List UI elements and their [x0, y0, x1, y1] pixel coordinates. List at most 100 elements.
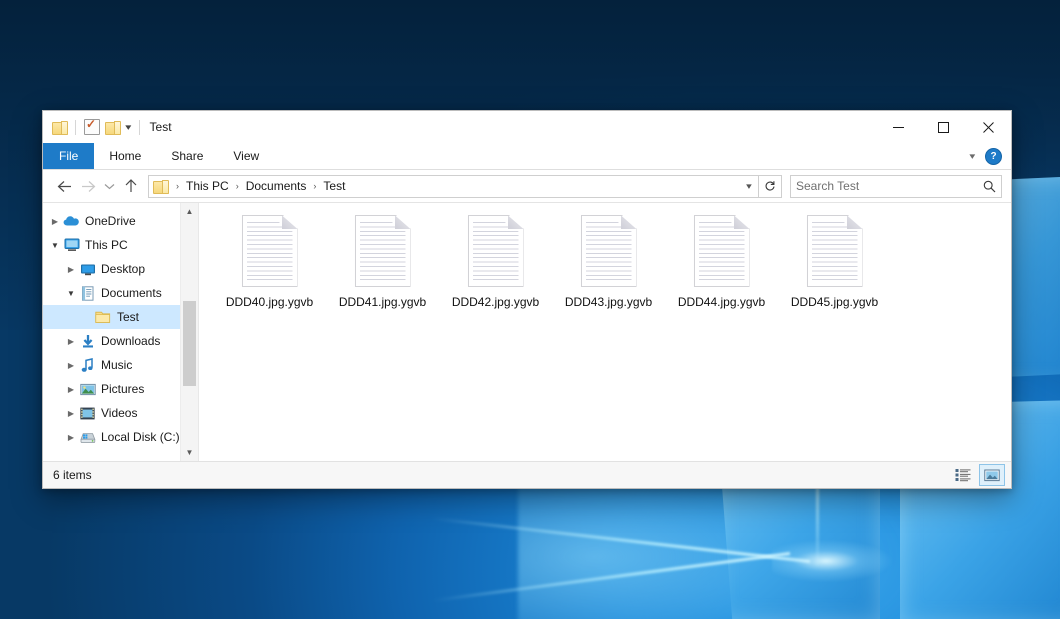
toolbar-divider: [75, 120, 76, 135]
file-item[interactable]: DDD44.jpg.ygvb: [665, 215, 778, 335]
music-icon: [79, 357, 96, 373]
tab-file[interactable]: File: [43, 143, 94, 169]
breadcrumb[interactable]: › This PC › Documents › Test ▾: [148, 175, 759, 198]
navigation-pane-scrollbar[interactable]: ▲ ▼: [180, 203, 198, 461]
wallpaper-lens-flare: [772, 540, 892, 582]
breadcrumb-separator: ›: [172, 181, 183, 191]
generic-file-icon: [355, 215, 411, 287]
window-title: Test: [150, 120, 172, 134]
file-item[interactable]: DDD40.jpg.ygvb: [213, 215, 326, 335]
chevron-down-icon[interactable]: ▾: [125, 123, 131, 132]
search-input[interactable]: Search Test: [790, 175, 1002, 198]
maximize-icon: [938, 122, 949, 133]
new-folder-icon[interactable]: [105, 121, 120, 134]
quick-access-toolbar: ▾ Test: [43, 111, 172, 143]
minimize-button[interactable]: [876, 111, 921, 143]
sidebar-item-onedrive[interactable]: ▶ OneDrive: [43, 209, 198, 233]
chevron-down-icon[interactable]: ▼: [63, 289, 79, 298]
up-button[interactable]: [119, 174, 143, 198]
generic-file-icon: [242, 215, 298, 287]
sidebar-item-downloads[interactable]: ▶ Downloads: [43, 329, 198, 353]
sidebar-item-pictures[interactable]: ▶ Pictures: [43, 377, 198, 401]
file-icon-lines: [473, 222, 519, 281]
search-icon[interactable]: [983, 180, 996, 193]
generic-file-icon: [694, 215, 750, 287]
sidebar-item-this-pc[interactable]: ▼ This PC: [43, 233, 198, 257]
forward-button[interactable]: [76, 174, 100, 198]
window-controls: [876, 111, 1011, 143]
ribbon-right-controls: ▾ ?: [970, 143, 1011, 169]
large-icons-view-button[interactable]: [979, 464, 1005, 486]
breadcrumb-item-this-pc[interactable]: This PC: [183, 179, 232, 193]
chevron-right-icon[interactable]: ▶: [63, 265, 79, 274]
tab-home[interactable]: Home: [94, 143, 156, 169]
arrow-left-icon: [57, 180, 72, 193]
scrollbar-thumb[interactable]: [183, 301, 196, 386]
sidebar-item-label: This PC: [85, 238, 128, 252]
sidebar-item-label: Documents: [101, 286, 162, 300]
chevron-right-icon[interactable]: ▶: [63, 361, 79, 370]
file-name-label: DDD40.jpg.ygvb: [226, 295, 313, 309]
folder-icon: [153, 180, 168, 193]
sidebar-item-label: Videos: [101, 406, 137, 420]
sidebar-item-documents[interactable]: ▼ Documents: [43, 281, 198, 305]
sidebar-item-label: Music: [101, 358, 132, 372]
chevron-right-icon[interactable]: ▶: [63, 433, 79, 442]
chevron-right-icon[interactable]: ▶: [63, 385, 79, 394]
file-name-label: DDD45.jpg.ygvb: [791, 295, 878, 309]
file-icon-lines: [360, 222, 406, 281]
chevron-down-icon[interactable]: ▾: [738, 181, 761, 192]
desktop-icon: [79, 261, 96, 277]
file-item[interactable]: DDD43.jpg.ygvb: [552, 215, 665, 335]
breadcrumb-item-test[interactable]: Test: [320, 179, 348, 193]
file-icon-lines: [812, 222, 858, 281]
search-input-text: Search Test: [796, 179, 983, 193]
sidebar-item-label: Test: [117, 310, 139, 324]
sidebar-item-local-disk-c[interactable]: ▶: [43, 425, 198, 449]
window-body: ▶ OneDrive ▼: [43, 202, 1011, 461]
chevron-right-icon[interactable]: ▶: [63, 409, 79, 418]
sidebar-item-label: Local Disk (C:): [101, 430, 180, 444]
file-item[interactable]: DDD41.jpg.ygvb: [326, 215, 439, 335]
pictures-icon: [79, 381, 96, 397]
close-button[interactable]: [966, 111, 1011, 143]
file-name-label: DDD41.jpg.ygvb: [339, 295, 426, 309]
folder-icon[interactable]: [52, 121, 67, 134]
file-icon-lines: [699, 222, 745, 281]
recent-locations-button[interactable]: [100, 174, 119, 198]
item-count-label: 6 items: [53, 468, 92, 482]
sidebar-item-test[interactable]: ▶ Test: [43, 305, 198, 329]
scroll-up-button[interactable]: ▲: [181, 203, 198, 220]
back-button[interactable]: [52, 174, 76, 198]
maximize-button[interactable]: [921, 111, 966, 143]
properties-icon[interactable]: [84, 119, 100, 135]
large-icons-view-icon: [984, 469, 1000, 482]
file-name-label: DDD44.jpg.ygvb: [678, 295, 765, 309]
generic-file-icon: [581, 215, 637, 287]
details-view-icon: [955, 468, 971, 482]
close-icon: [983, 122, 994, 133]
generic-file-icon: [807, 215, 863, 287]
sidebar-item-videos[interactable]: ▶: [43, 401, 198, 425]
file-item[interactable]: DDD45.jpg.ygvb: [778, 215, 891, 335]
onedrive-icon: [63, 213, 80, 229]
chevron-down-icon[interactable]: ▼: [47, 241, 63, 250]
details-view-button[interactable]: [950, 464, 976, 486]
tab-share[interactable]: Share: [156, 143, 218, 169]
chevron-right-icon[interactable]: ▶: [63, 337, 79, 346]
file-list-pane[interactable]: DDD40.jpg.ygvb DDD41.jpg.ygvb: [199, 203, 1011, 461]
file-item[interactable]: DDD42.jpg.ygvb: [439, 215, 552, 335]
sidebar-item-music[interactable]: ▶ Music: [43, 353, 198, 377]
disk-icon: [79, 429, 96, 445]
chevron-right-icon[interactable]: ▶: [47, 217, 63, 226]
tab-view[interactable]: View: [218, 143, 274, 169]
breadcrumb-item-documents[interactable]: Documents: [243, 179, 310, 193]
documents-icon: [79, 285, 96, 301]
scroll-down-button[interactable]: ▼: [181, 444, 198, 461]
title-bar: ▾ Test: [43, 111, 1011, 143]
file-name-label: DDD42.jpg.ygvb: [452, 295, 539, 309]
refresh-button[interactable]: [759, 175, 782, 198]
help-icon[interactable]: ?: [985, 148, 1002, 165]
chevron-down-icon[interactable]: ▾: [970, 151, 976, 162]
sidebar-item-desktop[interactable]: ▶ Desktop: [43, 257, 198, 281]
